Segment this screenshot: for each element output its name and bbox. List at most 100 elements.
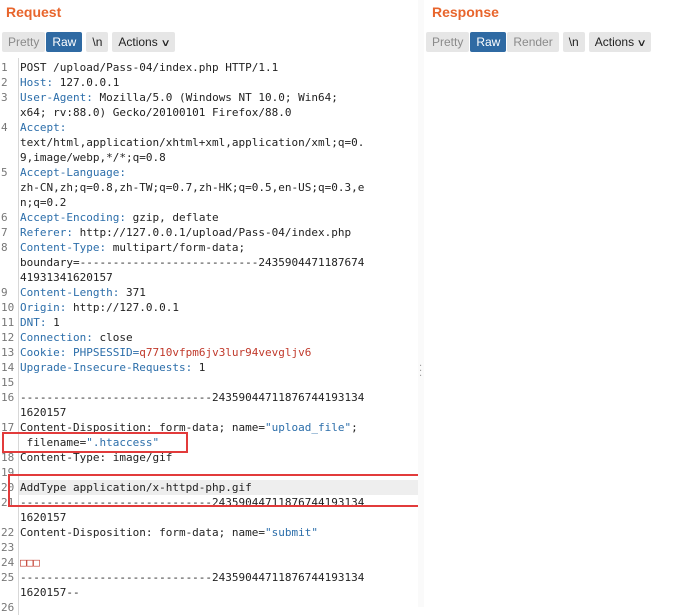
header-value: http://127.0.0.1/upload/Pass-04/index.ph… xyxy=(72,226,352,239)
header-name: DNT: xyxy=(20,316,47,329)
line-text: Cookie: PHPSESSID=q7710vfpm6jv3lur94vevg… xyxy=(20,345,311,360)
header-name: Accept: xyxy=(20,121,67,134)
line-number: 4 xyxy=(1,121,8,134)
editor-line: 11 DNT: 1 xyxy=(0,315,418,330)
editor-line: 13 Cookie: PHPSESSID=q7710vfpm6jv3lur94ve… xyxy=(0,345,418,360)
line-text: Origin: http://127.0.0.1 xyxy=(20,300,179,315)
quoted-value: "submit" xyxy=(265,526,319,539)
line-number: 22 xyxy=(1,526,15,539)
editor-line: 25 -----------------------------243590447… xyxy=(0,570,418,585)
line-number: 14 xyxy=(1,361,15,374)
editor-line: 23 xyxy=(0,540,418,555)
line-number: 2 xyxy=(1,76,8,89)
body-text: n;q=0.2 xyxy=(20,196,67,209)
line-number: 13 xyxy=(1,346,15,359)
editor-line: 5 Accept-Language: xyxy=(0,165,418,180)
header-name: Referer: xyxy=(20,226,73,239)
editor-line: 12 Connection: close xyxy=(0,330,418,345)
line-text: 1620157 xyxy=(20,405,66,420)
request-newline-toggle[interactable]: \n xyxy=(86,32,109,52)
line-text: n;q=0.2 xyxy=(20,195,66,210)
line-number: 6 xyxy=(1,211,8,224)
line-number: 26 xyxy=(1,601,15,614)
body-text: 1620157 xyxy=(20,406,67,419)
header-name: Accept-Encoding: xyxy=(20,211,126,224)
editor-line: n;q=0.2 xyxy=(0,195,418,210)
line-text: Host: 127.0.0.1 xyxy=(20,75,119,90)
resize-grip-icon[interactable]: · · · xyxy=(419,362,423,382)
editor-line: text/html,application/xhtml+xml,applicat… xyxy=(0,135,418,150)
editor-line: 24 □□□ xyxy=(0,555,418,570)
body-text: -----------------------------24359044711… xyxy=(20,391,365,404)
editor-line: 8 Content-Type: multipart/form-data; xyxy=(0,240,418,255)
header-value: close xyxy=(92,331,133,344)
line-text: x64; rv:88.0) Gecko/20100101 Firefox/88.… xyxy=(20,105,292,120)
line-number: 16 xyxy=(1,391,15,404)
line-number: 3 xyxy=(1,91,8,104)
line-text: -----------------------------24359044711… xyxy=(20,570,364,585)
line-text: Upgrade-Insecure-Requests: 1 xyxy=(20,360,205,375)
line-number: 15 xyxy=(1,376,15,389)
annotation-box-addtype xyxy=(8,474,424,507)
line-text: □□□ xyxy=(20,555,40,570)
response-newline-toggle[interactable]: \n xyxy=(562,32,585,52)
body-text: 9,image/webp,*/*;q=0.8 xyxy=(20,151,166,164)
chevron-down-icon: ∨ xyxy=(160,38,171,49)
line-text: Referer: http://127.0.0.1/upload/Pass-04… xyxy=(20,225,351,240)
line-text: User-Agent: Mozilla/5.0 (Windows NT 10.0… xyxy=(20,90,338,105)
response-tab-render[interactable]: Render xyxy=(507,32,559,52)
line-text: Content-Length: 371 xyxy=(20,285,146,300)
editor-line: 16 -----------------------------243590447… xyxy=(0,390,418,405)
line-text: Content-Disposition: form-data; name="su… xyxy=(20,525,318,540)
line-number: 12 xyxy=(1,331,15,344)
editor-line: 1 POST /upload/Pass-04/index.php HTTP/1.1 xyxy=(0,60,418,75)
editor-line: 1620157 xyxy=(0,405,418,420)
line-number: 1 xyxy=(1,61,8,74)
response-tab-pretty[interactable]: Pretty xyxy=(426,32,470,52)
line-text: DNT: 1 xyxy=(20,315,60,330)
request-actions-button[interactable]: Actions ∨ xyxy=(112,32,176,52)
editor-line: 2 Host: 127.0.0.1 xyxy=(0,75,418,90)
header-name: Upgrade-Insecure-Requests: xyxy=(20,361,193,374)
response-tab-raw[interactable]: Raw xyxy=(470,32,507,52)
cookie-name: PHPSESSID xyxy=(66,346,133,359)
request-editor[interactable]: 1 POST /upload/Pass-04/index.php HTTP/1.1… xyxy=(0,58,424,615)
body-text: text/html,application/xhtml+xml,applicat… xyxy=(20,136,365,149)
editor-line: 26 xyxy=(0,600,418,615)
cookie-value: q7710vfpm6jv3lur94vevgljv6 xyxy=(139,346,312,359)
editor-line: x64; rv:88.0) Gecko/20100101 Firefox/88.… xyxy=(0,105,418,120)
line-text: boundary=---------------------------2435… xyxy=(20,255,364,270)
body-text: 1620157 xyxy=(20,511,67,524)
request-tab-raw[interactable]: Raw xyxy=(46,32,83,52)
response-actions-button[interactable]: Actions ∨ xyxy=(588,32,652,52)
header-value: http://127.0.0.1 xyxy=(66,301,179,314)
line-number: 9 xyxy=(1,286,8,299)
line-text: text/html,application/xhtml+xml,applicat… xyxy=(20,135,364,150)
header-value: multipart/form-data; xyxy=(106,241,246,254)
line-text: 41931341620157 xyxy=(20,270,113,285)
request-tab-pretty[interactable]: Pretty xyxy=(2,32,46,52)
header-name: Connection: xyxy=(20,331,93,344)
line-text: POST /upload/Pass-04/index.php HTTP/1.1 xyxy=(20,60,278,75)
body-text: 41931341620157 xyxy=(20,271,113,284)
header-name: Host: xyxy=(20,76,54,89)
response-title: Response xyxy=(432,4,499,20)
quoted-value: "upload_file" xyxy=(265,421,352,434)
editor-line: 7 Referer: http://127.0.0.1/upload/Pass-0… xyxy=(0,225,418,240)
line-text: Accept: xyxy=(20,120,66,135)
line-number: 23 xyxy=(1,541,15,554)
editor-line: 9 Content-Length: 371 xyxy=(0,285,418,300)
header-value: 1 xyxy=(46,316,60,329)
header-name: Accept-Language: xyxy=(20,166,126,179)
header-name: User-Agent: xyxy=(20,91,93,104)
line-number: 8 xyxy=(1,241,8,254)
editor-line: 9,image/webp,*/*;q=0.8 xyxy=(0,150,418,165)
editor-line: 10 Origin: http://127.0.0.1 xyxy=(0,300,418,315)
line-number: 10 xyxy=(1,301,15,314)
line-text: Connection: close xyxy=(20,330,133,345)
request-toolbar: Pretty Raw \n Actions ∨ xyxy=(2,32,176,52)
body-text: 1620157-- xyxy=(20,586,80,599)
body-text: zh-CN,zh;q=0.8,zh-TW;q=0.7,zh-HK;q=0.5,e… xyxy=(20,181,365,194)
line-text: Content-Type: multipart/form-data; xyxy=(20,240,245,255)
body-text: POST /upload/Pass-04/index.php HTTP/1.1 xyxy=(20,61,279,74)
